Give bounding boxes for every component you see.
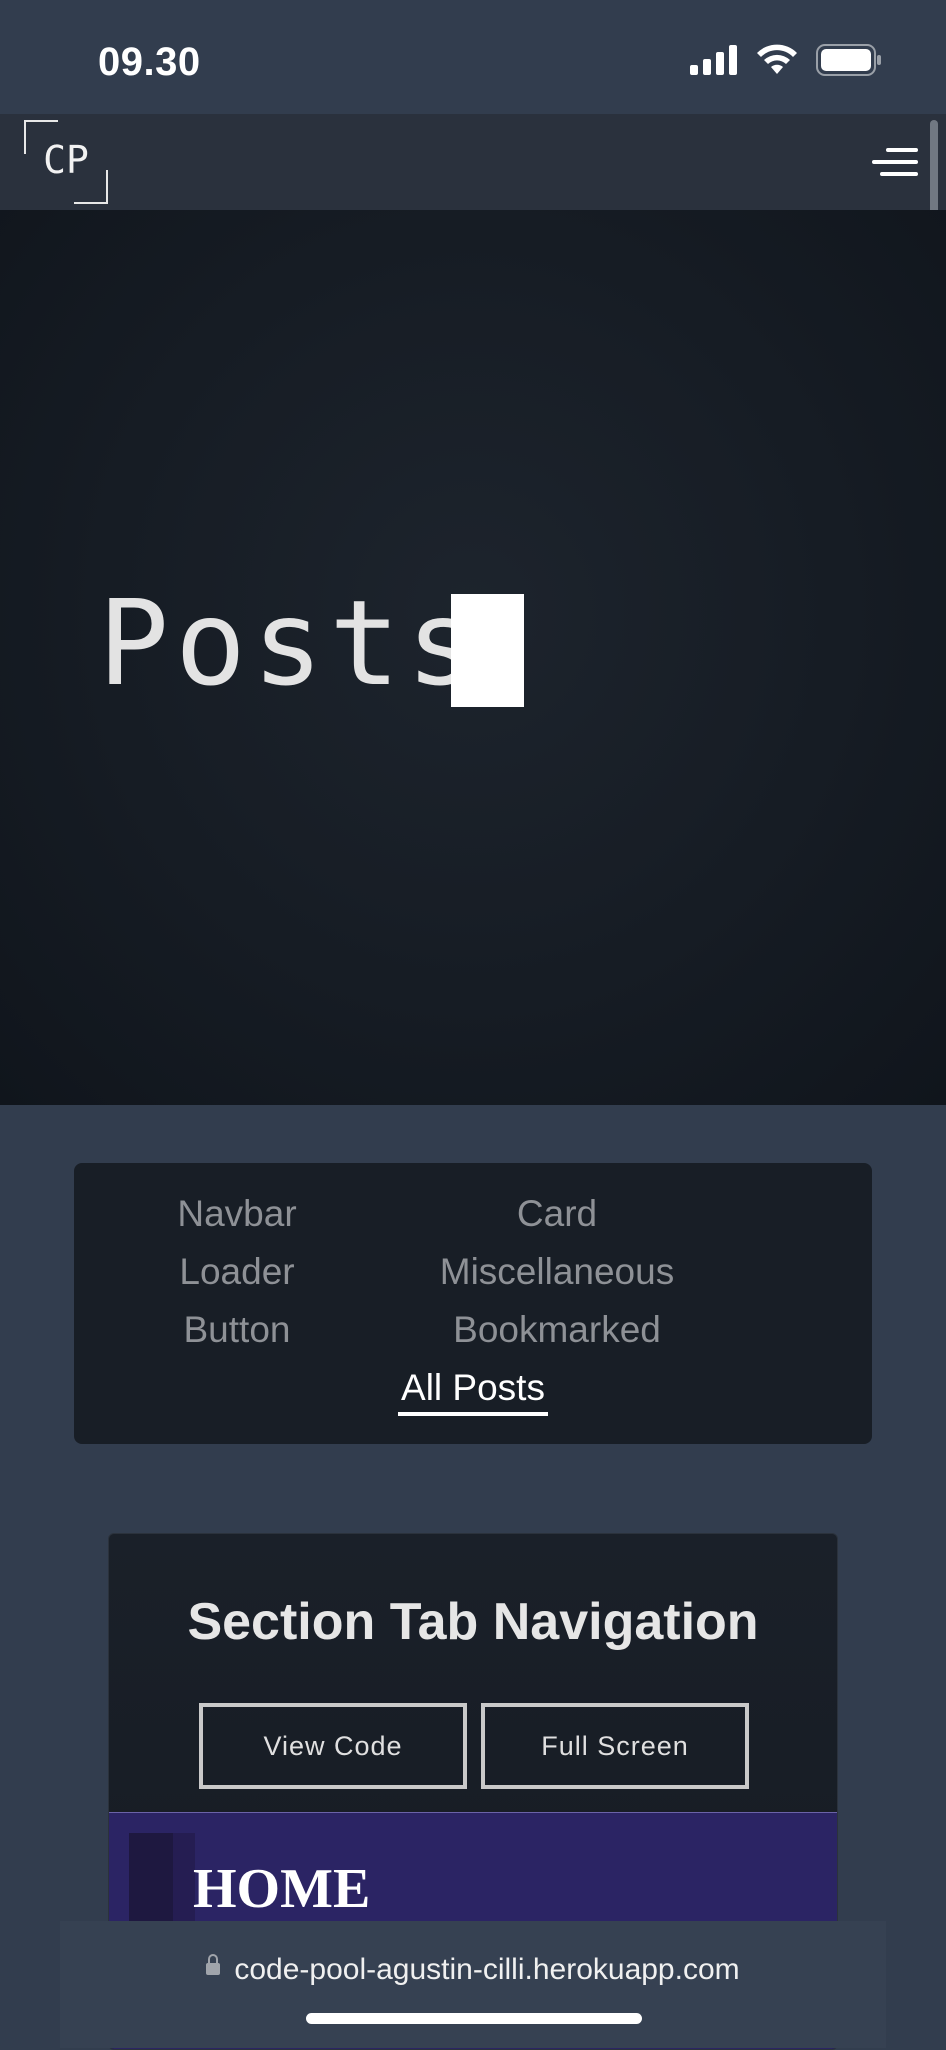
home-indicator[interactable] (306, 2013, 642, 2024)
post-title: Section Tab Navigation (187, 1593, 759, 1651)
status-bar: 09.30 (0, 0, 946, 114)
battery-icon (816, 44, 881, 76)
filter-navbar[interactable]: Navbar (87, 1193, 387, 1235)
filter-all-posts[interactable]: All Posts (397, 1367, 549, 1409)
filter-loader[interactable]: Loader (87, 1251, 387, 1293)
filter-button[interactable]: Button (87, 1309, 387, 1351)
lock-icon (206, 1954, 221, 1976)
category-filter-panel: Navbar Card Loader Miscellaneous Button … (74, 1163, 872, 1444)
browser-url-bar: code-pool-agustin-cilli.herokuapp.com (0, 1921, 946, 2048)
logo-text: CP (43, 138, 89, 182)
logo[interactable]: CP (24, 120, 108, 204)
preview-home-text: HOME (193, 1858, 371, 1920)
url-display[interactable]: code-pool-agustin-cilli.herokuapp.com (0, 1953, 946, 1987)
signal-icon (690, 45, 737, 75)
filter-card[interactable]: Card (407, 1193, 707, 1235)
full-screen-button[interactable]: Full Screen (481, 1703, 749, 1789)
top-navbar: CP (0, 114, 946, 210)
hero-section: Posts (0, 210, 946, 1105)
status-time: 09.30 (98, 40, 201, 84)
active-filter-underline (398, 1412, 548, 1416)
hamburger-menu-icon[interactable] (870, 148, 918, 178)
url-text: code-pool-agustin-cilli.herokuapp.com (234, 1953, 740, 1986)
wifi-icon (757, 44, 797, 74)
page-title: Posts (98, 574, 484, 712)
typing-cursor (451, 594, 524, 707)
filter-bookmarked[interactable]: Bookmarked (407, 1309, 707, 1351)
filter-miscellaneous[interactable]: Miscellaneous (407, 1251, 707, 1293)
status-icons (690, 44, 882, 76)
view-code-button[interactable]: View Code (199, 1703, 467, 1789)
